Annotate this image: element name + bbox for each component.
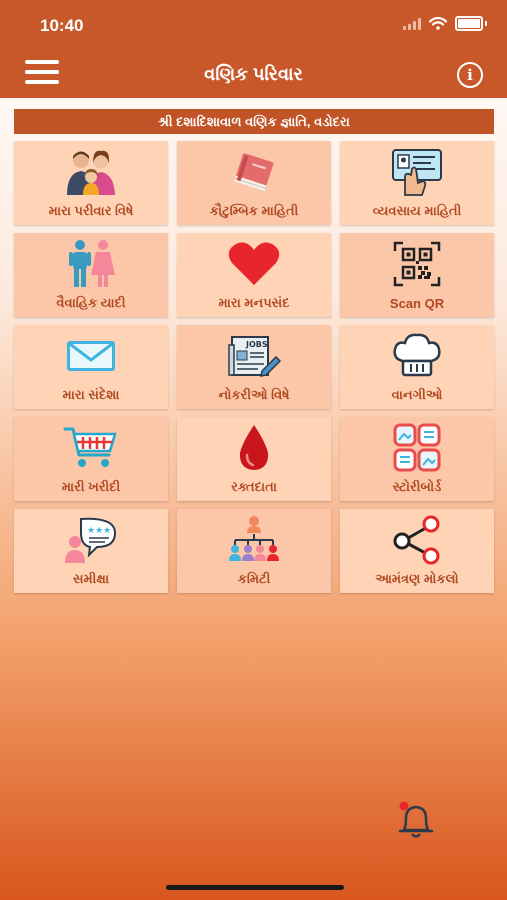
tile-label: રક્તદાતા <box>231 479 277 494</box>
tile-scan-qr[interactable]: Scan QR <box>340 233 494 317</box>
storyboard-icon <box>389 423 445 473</box>
wifi-icon <box>429 17 447 30</box>
envelope-icon <box>63 331 119 381</box>
tile-label: Scan QR <box>389 296 445 311</box>
tile-matrimonial-list[interactable]: વૈવાહિક યાદી <box>14 233 168 317</box>
chef-hat-icon <box>389 331 445 381</box>
tile-label: નોકરીઓ વિષે <box>218 387 290 402</box>
tile-label: મારા મનપસંદ <box>218 295 290 310</box>
heart-icon <box>226 239 282 289</box>
tile-label: આમંત્રણ મોકલો <box>375 571 459 586</box>
tile-business-info[interactable]: વ્યવસાય માહિતી <box>340 141 494 225</box>
committee-icon <box>226 515 282 565</box>
tile-label: મારી ખરીદી <box>61 479 121 494</box>
book-icon <box>226 147 282 197</box>
notification-bell-icon[interactable] <box>394 800 438 840</box>
tile-label: વૈવાહિક યાદી <box>56 295 126 310</box>
app-bar: 10:40 વણિક પરિવાર i <box>0 0 507 98</box>
tile-label: મારા પરીવાર વિષે <box>48 203 134 218</box>
jobs-newspaper-icon: JOBS <box>226 331 282 381</box>
info-button[interactable]: i <box>457 62 483 88</box>
tile-family-details[interactable]: કૌટુમ્બિક માહિતી <box>177 141 331 225</box>
tile-label: સ્ટોરીબોર્ડ <box>392 479 442 494</box>
tile-committee[interactable]: કમિટી <box>177 509 331 593</box>
battery-icon <box>455 16 483 31</box>
tile-my-messages[interactable]: મારા સંદેશા <box>14 325 168 409</box>
status-time: 10:40 <box>40 16 84 35</box>
tile-label: વ્યવસાય માહિતી <box>372 203 462 218</box>
tile-label: મારા સંદેશા <box>62 387 120 402</box>
community-banner: શ્રી દશાદિશાવાળ વણિક જ્ઞાતિ, વડોદરા <box>14 109 494 134</box>
tile-family-info[interactable]: મારા પરીવાર વિષે <box>14 141 168 225</box>
svg-text:JOBS: JOBS <box>245 340 268 349</box>
tile-recipes[interactable]: વાનગીઓ <box>340 325 494 409</box>
tile-blood-donor[interactable]: રક્તદાતા <box>177 417 331 501</box>
page-title: વણિક પરિવાર <box>204 64 303 84</box>
review-icon: ★★★ <box>63 515 119 565</box>
tile-label: કમિટી <box>237 571 271 586</box>
tile-label: સમીક્ષા <box>72 571 110 586</box>
svg-text:★★★: ★★★ <box>87 526 111 536</box>
family-icon <box>63 147 119 197</box>
tile-review[interactable]: ★★★ સમીક્ષા <box>14 509 168 593</box>
tile-label: વાનગીઓ <box>391 387 443 402</box>
blood-drop-icon <box>226 423 282 473</box>
business-card-icon <box>389 147 445 197</box>
share-icon <box>389 515 445 565</box>
couple-icon <box>63 239 119 289</box>
shopping-cart-icon <box>63 423 119 473</box>
status-icons <box>403 16 487 31</box>
cellular-signal-icon <box>403 17 421 30</box>
tile-send-invitation[interactable]: આમંત્રણ મોકલો <box>340 509 494 593</box>
menu-grid: મારા પરીવાર વિષે કૌટુમ્બિક માહિતી વ્યવસા… <box>14 141 494 593</box>
tile-storyboard[interactable]: સ્ટોરીબોર્ડ <box>340 417 494 501</box>
tile-label: કૌટુમ્બિક માહિતી <box>209 203 299 218</box>
tile-my-favourites[interactable]: મારા મનપસંદ <box>177 233 331 317</box>
tile-jobs[interactable]: JOBS નોકરીઓ વિષે <box>177 325 331 409</box>
tile-my-purchases[interactable]: મારી ખરીદી <box>14 417 168 501</box>
qr-code-icon <box>389 239 445 289</box>
home-indicator[interactable] <box>166 885 344 890</box>
